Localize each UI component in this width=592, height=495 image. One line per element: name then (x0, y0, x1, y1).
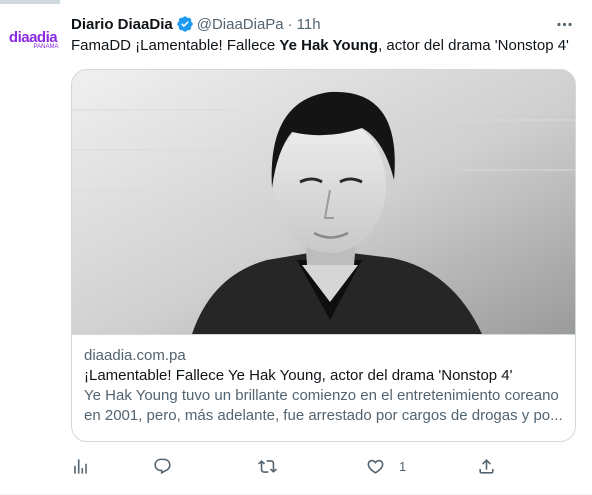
share-button[interactable] (477, 453, 496, 479)
avatar-logo: diaadia (8, 29, 58, 46)
tweet-text-part: FamaDD ¡Lamentable! Fallece (71, 37, 280, 54)
separator-dot: · (287, 15, 293, 33)
action-bar: 1 (0, 453, 592, 479)
reply-icon (154, 458, 171, 474)
retweet-button[interactable] (258, 453, 277, 479)
link-card[interactable]: diaadia.com.pa ¡Lamentable! Fallece Ye H… (71, 69, 576, 442)
heart-icon (367, 459, 384, 474)
verified-icon (176, 15, 194, 33)
tweet-text-part: , actor del drama 'Nonstop 4' (378, 37, 569, 54)
bar-chart-icon (74, 458, 87, 474)
like-button[interactable]: 1 (366, 453, 406, 479)
share-icon (479, 458, 494, 474)
tweet-header: Diario DiaaDia @DiaaDiaPa · 11h (71, 13, 321, 35)
like-count: 1 (399, 458, 407, 474)
reply-button[interactable] (153, 453, 172, 479)
card-description: Ye Hak Young tuvo un brillante comienzo … (84, 387, 563, 424)
card-title: ¡Lamentable! Fallece Ye Hak Young, actor… (84, 367, 513, 384)
timestamp[interactable]: 11h (297, 16, 321, 33)
tweet-text-bold: Ye Hak Young (279, 37, 379, 54)
avatar-logo-subtext: PANAMA (33, 44, 59, 50)
analytics-button[interactable] (71, 453, 90, 479)
author-handle[interactable]: @DiaaDiaPa (197, 16, 284, 33)
avatar[interactable]: diaadia PANAMA (8, 20, 59, 60)
author-name[interactable]: Diario DiaaDia (71, 16, 173, 33)
card-domain: diaadia.com.pa (84, 347, 186, 364)
tweet-text: FamaDD ¡Lamentable! Fallece Ye Hak Young… (71, 36, 569, 56)
more-options-icon[interactable] (554, 14, 574, 34)
card-info[interactable]: diaadia.com.pa ¡Lamentable! Fallece Ye H… (72, 334, 575, 441)
divider-top (0, 0, 60, 4)
card-image[interactable] (72, 70, 575, 334)
retweet-icon (258, 459, 277, 473)
